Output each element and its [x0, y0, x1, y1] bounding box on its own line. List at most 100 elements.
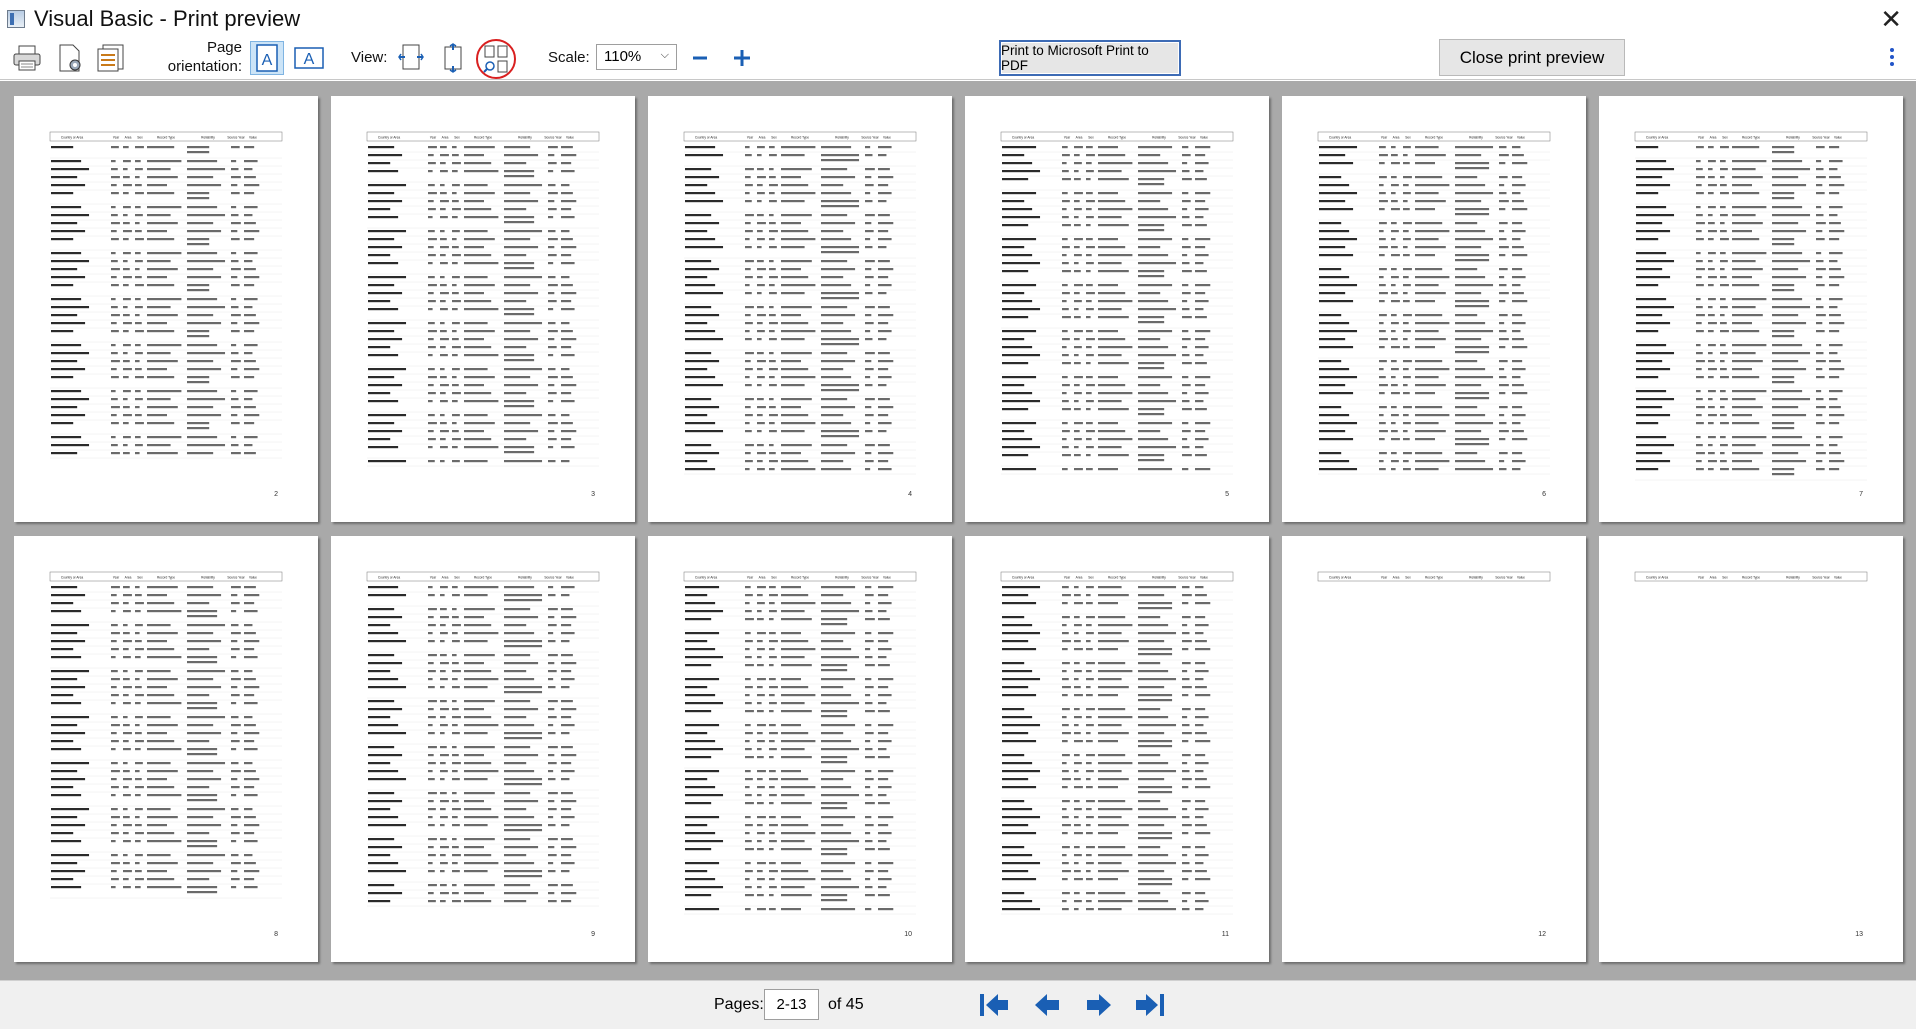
status-bar: Pages: 2-13 of 45: [0, 980, 1916, 1029]
page-number: 11: [1221, 931, 1229, 938]
preview-area[interactable]: Country or Area Year Area Sex Record Type Rel…: [0, 81, 1916, 980]
page-table: Country or Area Year Area Sex Record Type Rel…: [1317, 131, 1551, 475]
next-page-icon[interactable]: [1082, 991, 1116, 1019]
page-header-cell: Value: [883, 576, 891, 580]
page-header-cell: Sex: [1722, 136, 1728, 140]
page-number: 5: [1225, 491, 1229, 498]
page-header-cell: Record Type: [1108, 576, 1126, 580]
more-options-icon[interactable]: [1888, 48, 1896, 70]
svg-text:A: A: [262, 52, 273, 69]
page-header-cell: Record Type: [157, 576, 175, 580]
page-header-cell: Source Year: [227, 136, 245, 140]
app-icon: [7, 10, 25, 28]
preview-page: Country or Area Year Area Sex Record Type Rel…: [648, 536, 952, 962]
page-header-cell: Record Type: [1425, 576, 1443, 580]
page-header-cell: Record Type: [474, 576, 492, 580]
page-number: 9: [591, 931, 595, 938]
page-header-cell: Value: [566, 576, 574, 580]
page-header-cell: Reliability: [835, 576, 849, 580]
zoom-out-icon[interactable]: [688, 44, 712, 72]
page-header-cell: Value: [1200, 576, 1208, 580]
page-header-cell: Record Type: [1425, 136, 1443, 140]
page-header-cell: Area: [759, 136, 766, 140]
portrait-orientation-button[interactable]: A: [250, 41, 284, 75]
page-header-cell: Source Year: [544, 576, 562, 580]
preview-page: Country or Area Year Area Sex Record Type Rel…: [1282, 536, 1586, 962]
page-header-cell: Year: [113, 136, 120, 140]
page-header-cell: Record Type: [474, 136, 492, 140]
page-header-cell: Country or Area: [1329, 136, 1352, 140]
page-number: 3: [591, 491, 595, 498]
preview-page: Country or Area Year Area Sex Record Type Rel…: [14, 536, 318, 962]
page-header-cell: Country or Area: [695, 136, 718, 140]
page-header-cell: Year: [1381, 136, 1388, 140]
page-number: 10: [904, 931, 912, 938]
page-header-cell: Year: [1698, 576, 1705, 580]
view-label: View:: [351, 49, 388, 66]
page-header-cell: Reliability: [201, 136, 215, 140]
page-number: 4: [908, 491, 912, 498]
close-window-button[interactable]: ✕: [1880, 4, 1902, 34]
page-number: 6: [1542, 491, 1546, 498]
page-header-cell: Reliability: [518, 576, 532, 580]
page-header-cell: Reliability: [518, 136, 532, 140]
page-header-cell: Country or Area: [61, 576, 84, 580]
page-header-cell: Record Type: [791, 136, 809, 140]
print-settings-icon[interactable]: [94, 42, 128, 74]
close-print-preview-button[interactable]: Close print preview: [1439, 39, 1625, 76]
page-header-cell: Reliability: [1152, 136, 1166, 140]
page-table: Country or Area Year Area Sex Record Type Rel…: [366, 571, 600, 907]
page-header-cell: Sex: [137, 576, 143, 580]
page-header-cell: Source Year: [1178, 136, 1196, 140]
page-header-cell: Source Year: [227, 576, 245, 580]
print-to-pdf-button[interactable]: Print to Microsoft Print to PDF: [999, 40, 1181, 76]
page-header-cell: Sex: [454, 576, 460, 580]
whole-page-view-icon[interactable]: [438, 42, 468, 74]
page-header-cell: Year: [747, 136, 754, 140]
preview-page: Country or Area Year Area Sex Record Type Rel…: [648, 96, 952, 522]
page-header-cell: Value: [1834, 576, 1842, 580]
total-pages-label: of 45: [828, 996, 864, 1013]
page-header-cell: Value: [883, 136, 891, 140]
page-table: Country or Area Year Area Sex Record Type Rel…: [49, 131, 283, 459]
svg-text:A: A: [304, 51, 315, 68]
previous-page-icon[interactable]: [1030, 991, 1064, 1019]
page-header-cell: Country or Area: [695, 576, 718, 580]
multiple-pages-view-icon[interactable]: [473, 38, 519, 80]
page-width-view-icon[interactable]: [396, 42, 426, 74]
title-bar: Visual Basic - Print preview ✕: [0, 0, 1916, 38]
landscape-orientation-button[interactable]: A: [292, 41, 326, 75]
window-title: Visual Basic - Print preview: [34, 6, 301, 31]
page-number: 7: [1859, 491, 1863, 498]
page-header-cell: Year: [1381, 576, 1388, 580]
last-page-icon[interactable]: [1133, 991, 1167, 1019]
chevron-down-icon: ⌵: [660, 49, 669, 61]
preview-page: Country or Area Year Area Sex Record Type Rel…: [965, 536, 1269, 962]
page-table: Country or Area Year Area Sex Record Type Rel…: [683, 131, 917, 475]
preview-page: Country or Area Year Area Sex Record Type Rel…: [1599, 96, 1903, 522]
scale-value: 110%: [604, 48, 642, 65]
page-header-cell: Sex: [1405, 136, 1411, 140]
page-header-cell: Country or Area: [378, 136, 401, 140]
preview-page: Country or Area Year Area Sex Record Type Rel…: [331, 536, 635, 962]
page-header-cell: Country or Area: [378, 576, 401, 580]
page-header-cell: Year: [1064, 576, 1071, 580]
page-header-cell: Reliability: [1469, 136, 1483, 140]
page-header-cell: Year: [1064, 136, 1071, 140]
page-header-cell: Sex: [771, 576, 777, 580]
page-header-cell: Area: [442, 576, 449, 580]
page-header-cell: Record Type: [1742, 136, 1760, 140]
page-header-cell: Value: [566, 136, 574, 140]
scale-dropdown[interactable]: 110% ⌵: [596, 44, 677, 70]
page-header-cell: Source Year: [1812, 576, 1830, 580]
printer-icon[interactable]: [11, 42, 43, 74]
page-orientation-label: Page orientation:: [167, 39, 242, 75]
page-setup-icon[interactable]: [54, 42, 86, 74]
page-header-cell: Area: [125, 136, 132, 140]
first-page-icon[interactable]: [977, 991, 1011, 1019]
page-header-cell: Value: [249, 136, 257, 140]
page-header-cell: Value: [249, 576, 257, 580]
pages-input[interactable]: 2-13: [764, 989, 819, 1020]
page-header-cell: Area: [1393, 576, 1400, 580]
zoom-in-icon[interactable]: [729, 44, 755, 72]
